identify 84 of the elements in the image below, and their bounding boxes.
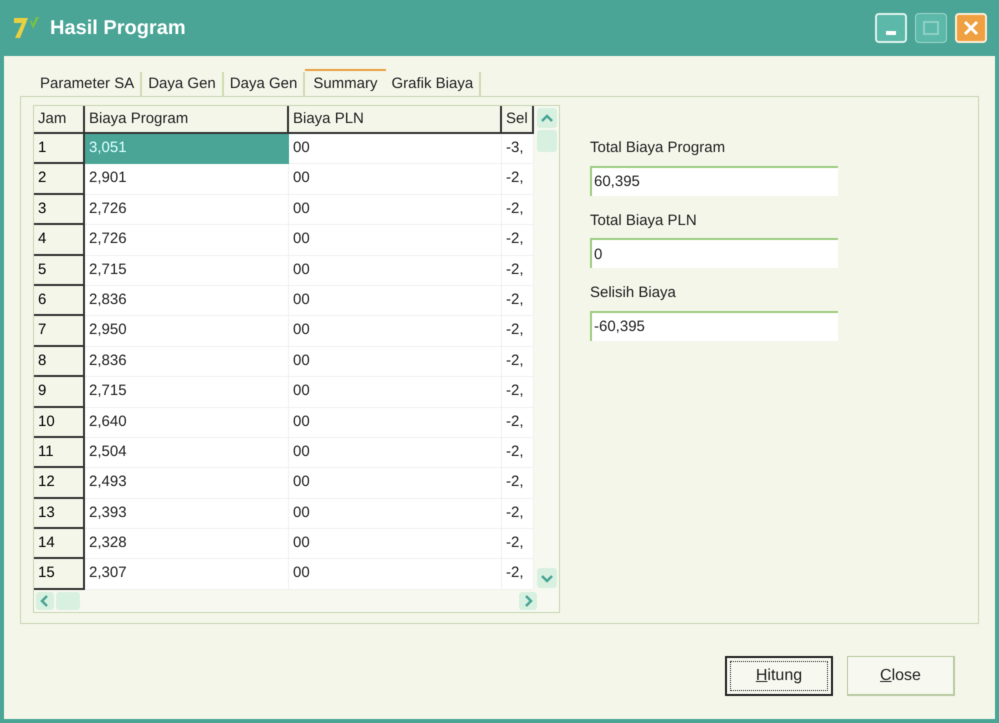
input-field[interactable]: -60,395 (590, 310, 838, 340)
table-cell: -2, (502, 559, 534, 590)
table-cell: 00 (289, 559, 502, 590)
table-cell: 2,715 (85, 377, 289, 408)
row-header: 14 (34, 529, 85, 560)
row-header: 15 (34, 559, 85, 590)
table-cell: -2, (502, 346, 534, 378)
table-cell: 00 (289, 346, 502, 378)
table-cell: 00 (289, 498, 502, 530)
field-label: Selisih Biaya (590, 283, 677, 303)
scroll-thumb[interactable] (536, 130, 556, 152)
table-cell: -2, (502, 408, 534, 438)
row-header: 13 (34, 498, 85, 530)
scroll-right-icon[interactable] (519, 592, 537, 610)
close-icon (963, 20, 979, 36)
table-cell: -2, (502, 377, 534, 408)
table-cell: -3, (502, 134, 534, 164)
scroll-left-icon[interactable] (36, 592, 54, 610)
table-cell: 00 (289, 164, 502, 195)
vertical-scrollbar[interactable] (534, 106, 559, 590)
table-cell: 2,950 (85, 316, 289, 347)
table-cell: 2,836 (85, 286, 289, 316)
app-logo-icon (12, 15, 42, 41)
table-cell: 00 (289, 286, 502, 316)
table-cell: 2,640 (85, 408, 289, 438)
table-cell: 2,328 (85, 529, 289, 560)
table-cell: 2,726 (85, 194, 289, 226)
dialog-button[interactable]: Close (847, 656, 955, 696)
table-cell: 2,504 (85, 438, 289, 468)
table-cell: -2, (502, 468, 534, 499)
row-header: 8 (34, 346, 85, 378)
table-cell: -2, (502, 498, 534, 530)
table-cell: -2, (502, 164, 534, 195)
table-cell: 2,307 (85, 559, 289, 590)
table-cell: 00 (289, 225, 502, 256)
table-cell: 2,901 (85, 164, 289, 195)
table-cell: 00 (289, 529, 502, 560)
row-header: 7 (34, 316, 85, 347)
table-cell: 00 (289, 377, 502, 408)
table-cell: 2,726 (85, 225, 289, 256)
dialog-button[interactable]: Hitung (725, 656, 833, 696)
table-cell: 00 (289, 316, 502, 347)
table-cell: 00 (289, 256, 502, 286)
row-header: 11 (34, 438, 85, 468)
table-cell: 00 (289, 134, 502, 164)
row-header: 6 (34, 286, 85, 316)
row-header: 1 (34, 134, 85, 164)
row-header: 5 (34, 256, 85, 286)
scroll-up-icon[interactable] (536, 108, 556, 128)
table-cell: 2,836 (85, 346, 289, 378)
row-header: 9 (34, 377, 85, 408)
table-cell: 00 (289, 194, 502, 226)
table-cell: -2, (502, 256, 534, 286)
table-cell: 2,393 (85, 498, 289, 530)
row-header: 4 (34, 225, 85, 256)
minimize-icon (886, 31, 896, 35)
table-cell: -2, (502, 316, 534, 347)
horizontal-scrollbar[interactable] (34, 590, 559, 612)
minimize-button[interactable] (875, 13, 907, 43)
row-header: 3 (34, 194, 85, 226)
table-cell: 2,493 (85, 468, 289, 499)
window-title: Hasil Program (50, 16, 186, 41)
table-cell: 00 (289, 468, 502, 499)
table-cell: -2, (502, 529, 534, 560)
row-header: 12 (34, 468, 85, 499)
input-field[interactable]: 60,395 (590, 166, 838, 196)
maximize-icon (923, 21, 939, 35)
table-cell: -2, (502, 438, 534, 468)
row-header: 10 (34, 408, 85, 438)
table-cell: 3,051 (85, 134, 289, 164)
table-cell: -2, (502, 225, 534, 256)
maximize-button[interactable] (915, 13, 947, 43)
table-cell: 2,715 (85, 256, 289, 286)
table-cell: 00 (289, 408, 502, 438)
input-field[interactable]: 0 (590, 238, 838, 268)
close-button[interactable] (955, 13, 987, 43)
table-cell: -2, (502, 286, 534, 316)
field-label: Total Biaya Program (590, 138, 726, 158)
table-cell: 00 (289, 438, 502, 468)
field-label: Total Biaya PLN (590, 210, 698, 230)
scroll-thumb[interactable] (56, 592, 80, 610)
row-header: 2 (34, 164, 85, 195)
scroll-down-icon[interactable] (536, 568, 556, 588)
table-cell: -2, (502, 194, 534, 226)
